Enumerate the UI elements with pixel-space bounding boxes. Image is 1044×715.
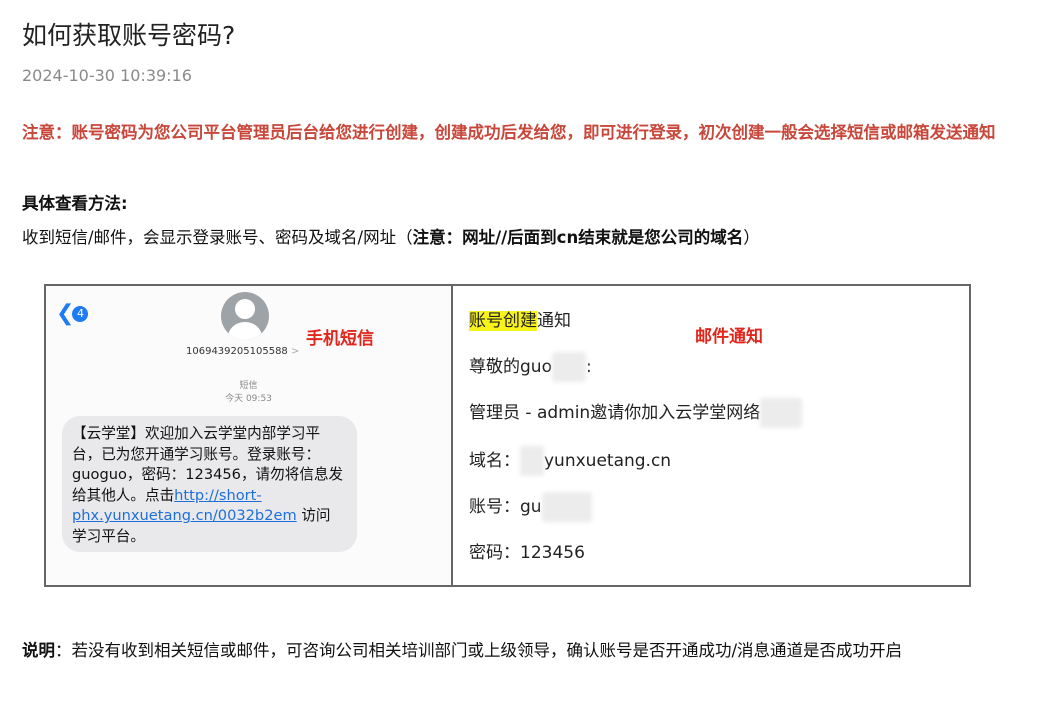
explain-label: 说明 — [22, 641, 55, 660]
blurred-name — [551, 352, 586, 382]
notice-paragraph: 注意：账号密码为您公司平台管理员后台给您进行创建，创建成功后发给您，即可进行登录… — [22, 123, 996, 142]
email-subject: 账号创建通知 — [469, 306, 571, 331]
avatar-body — [228, 322, 262, 340]
blurred-company — [760, 398, 803, 428]
email-domain-line: 域名： yunxuetang.cn — [469, 446, 671, 476]
email-label: 邮件通知 — [695, 327, 763, 347]
password-value: 123456 — [520, 543, 585, 563]
email-account-line: 账号：gu — [469, 492, 592, 522]
method-text: 收到短信/邮件，会显示登录账号、密码及域名/网址（ — [22, 228, 413, 247]
article-page: 如何获取账号密码? 2024-10-30 10:39:16 注意：账号密码为您公… — [0, 0, 1044, 715]
example-screenshot-frame: ❮ 4 1069439205105588 > 手机短信 短信 今天 09:53 【… — [44, 284, 971, 587]
greeting-colon: : — [585, 357, 592, 377]
method-paragraph: 收到短信/邮件，会显示登录账号、密码及域名/网址（注意：网址//后面到cn结束就… — [22, 221, 760, 255]
domain-value: yunxuetang.cn — [544, 451, 672, 471]
email-admin-line: 管理员 - admin邀请你加入云学堂网络 — [469, 398, 803, 428]
avatar-icon — [221, 292, 269, 340]
sender-number: 1069439205105588 — [186, 346, 288, 357]
page-title: 如何获取账号密码? — [22, 21, 236, 50]
explain-paragraph: 说明：若没有收到相关短信或邮件，可咨询公司相关培训部门或上级领导，确认账号是否开… — [22, 634, 1012, 668]
back-button: ❮ 4 — [56, 302, 89, 326]
sms-sender: 1069439205105588 > — [186, 346, 299, 357]
admin-text: 管理员 - admin邀请你加入云学堂网络 — [469, 403, 761, 423]
sms-meta: 短信 今天 09:53 — [46, 380, 451, 406]
publish-date: 2024-10-30 10:39:16 — [22, 66, 192, 85]
domain-label: 域名： — [469, 451, 520, 471]
account-label: 账号： — [469, 497, 520, 517]
explain-text: ：若没有收到相关短信或邮件，可咨询公司相关培训部门或上级领导，确认账号是否开通成… — [55, 641, 903, 660]
email-greeting: 尊敬的guo: — [469, 352, 592, 382]
email-screenshot: 账号创建通知 邮件通知 尊敬的guo: 管理员 - admin邀请你加入云学堂网… — [453, 286, 969, 585]
chevron-right-icon: > — [290, 346, 300, 357]
sms-time: 今天 09:53 — [225, 394, 272, 404]
sms-screenshot: ❮ 4 1069439205105588 > 手机短信 短信 今天 09:53 【… — [46, 286, 453, 585]
account-value: gu — [520, 497, 542, 517]
method-heading: 具体查看方法: — [22, 194, 128, 213]
sms-label: 手机短信 — [306, 329, 374, 349]
blurred-account — [541, 492, 592, 522]
email-password-line: 密码：123456 — [469, 538, 585, 563]
sms-kind: 短信 — [239, 381, 258, 391]
method-bold-note: 注意：网址//后面到cn结束就是您公司的域名 — [412, 228, 744, 247]
sms-bubble: 【云学堂】欢迎加入云学堂内部学习平台，已为您开通学习账号。登录账号：guoguo… — [62, 416, 357, 552]
subject-rest: 通知 — [537, 311, 571, 331]
greeting-text: 尊敬的guo — [469, 357, 552, 377]
avatar-head — [235, 299, 255, 319]
unread-badge: 4 — [72, 306, 89, 322]
method-close: ） — [743, 228, 760, 247]
subject-highlight: 账号创建 — [469, 311, 537, 331]
blurred-subdomain — [520, 446, 544, 476]
password-label: 密码： — [469, 543, 520, 563]
